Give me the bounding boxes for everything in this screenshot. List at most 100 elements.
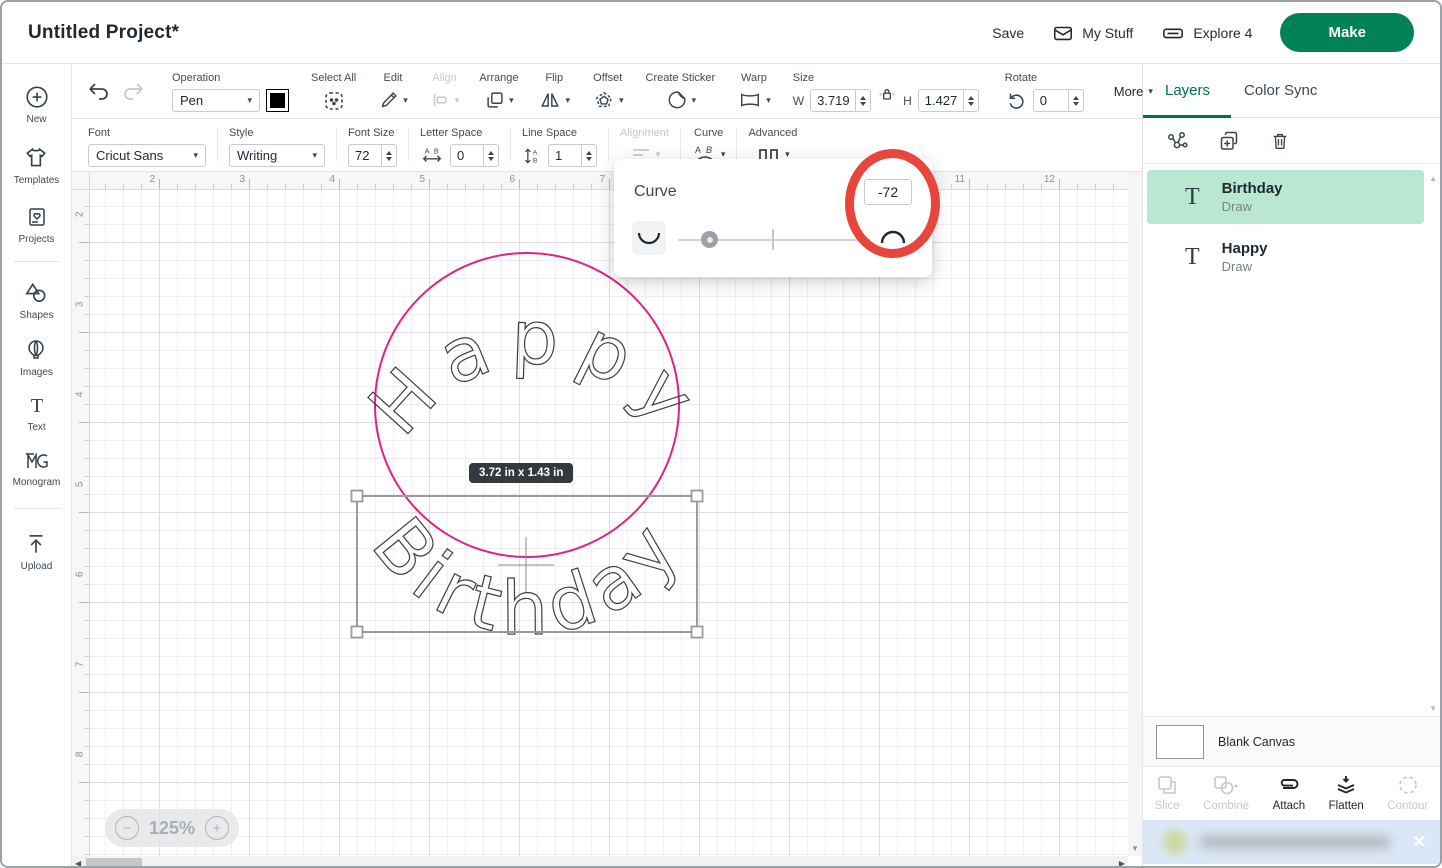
stepper-down-icon[interactable] (488, 157, 494, 161)
layers-scroll-down-icon[interactable]: ▼ (1429, 704, 1437, 713)
arrange-button[interactable]: ▾ (484, 89, 514, 111)
flatten-button[interactable]: Flatten (1329, 773, 1364, 812)
stepper-up-icon[interactable] (488, 151, 494, 155)
duplicate-button[interactable] (1217, 129, 1241, 153)
slice-button[interactable]: Slice (1155, 773, 1180, 812)
stepper-up-icon[interactable] (968, 96, 974, 100)
sidebar-item-new[interactable]: New (24, 84, 50, 125)
redo-button[interactable] (120, 80, 146, 102)
notification-avatar (1163, 830, 1187, 854)
undo-button[interactable] (86, 80, 112, 102)
zoom-out-button[interactable]: − (115, 816, 139, 840)
stepper-down-icon[interactable] (968, 102, 974, 106)
rotate-icon[interactable] (1005, 90, 1027, 112)
layer-item-happy[interactable]: T Happy Draw (1147, 230, 1424, 284)
rotate-stepper[interactable]: 0 (1033, 89, 1084, 112)
scroll-right-icon[interactable]: ▶ (1119, 859, 1125, 868)
stepper-up-icon[interactable] (860, 96, 866, 100)
curve-value-input[interactable]: -72 (864, 179, 912, 205)
stepper-down-icon[interactable] (386, 157, 392, 161)
machine-select-button[interactable]: Explore 4 (1161, 22, 1252, 44)
align-button[interactable]: ▾ (430, 89, 460, 111)
make-button[interactable]: Make (1280, 13, 1414, 52)
toolbar-divider (408, 129, 409, 161)
frown-curve-icon[interactable] (878, 225, 908, 247)
zoom-in-button[interactable]: + (205, 816, 229, 840)
warp-button[interactable]: ▾ (737, 89, 771, 111)
stepper-up-icon[interactable] (386, 151, 392, 155)
svg-text:A: A (425, 146, 430, 155)
line-space-stepper-arrows[interactable] (581, 145, 596, 166)
cricut-machine-icon (1161, 22, 1185, 44)
create-sticker-button[interactable]: ▾ (665, 89, 697, 111)
font-select[interactable]: Cricut Sans ▾ (88, 144, 206, 167)
height-stepper[interactable]: 1.427 (918, 89, 979, 112)
delete-button[interactable] (1269, 129, 1291, 153)
curve-down-button[interactable] (632, 221, 666, 255)
select-all-button[interactable] (322, 89, 346, 113)
happy-text-object[interactable]: Happy (353, 295, 722, 452)
combine-button[interactable]: Combine (1203, 773, 1249, 812)
layer-item-birthday[interactable]: T Birthday Draw (1147, 170, 1424, 224)
birthday-text-object[interactable]: Birthday (355, 502, 699, 652)
sidebar-item-text[interactable]: T Text (25, 394, 49, 433)
horizontal-scrollbar-thumb[interactable] (86, 858, 142, 868)
blank-canvas-row[interactable]: Blank Canvas (1143, 716, 1440, 766)
more-button[interactable]: More ▾ (1114, 84, 1153, 99)
sidebar-item-images[interactable]: Images (20, 337, 53, 378)
curve-slider-handle[interactable] (701, 231, 718, 248)
attach-button[interactable]: Attach (1273, 773, 1306, 812)
horizontal-scrollbar[interactable]: ◀ ▶ (72, 856, 1128, 868)
width-stepper-arrows[interactable] (855, 90, 870, 111)
letter-space-stepper[interactable]: 0 (450, 144, 499, 167)
canvas-color-swatch[interactable] (1156, 725, 1204, 759)
toolbar-divider (217, 129, 218, 161)
operation-select[interactable]: Pen ▾ (172, 89, 260, 112)
stepper-down-icon[interactable] (1073, 102, 1079, 106)
ruler-number: 2 (131, 174, 155, 185)
header: Untitled Project* Save My Stuff Explore … (2, 2, 1440, 64)
font-size-stepper[interactable]: 72 (348, 144, 397, 167)
edit-button[interactable]: ▾ (378, 89, 408, 111)
letter-space-stepper-arrows[interactable] (483, 145, 498, 166)
stepper-down-icon[interactable] (860, 102, 866, 106)
my-stuff-button[interactable]: My Stuff (1052, 22, 1133, 44)
sticker-icon (665, 89, 689, 111)
scroll-down-icon[interactable]: ▼ (1131, 844, 1139, 853)
pen-color-swatch[interactable] (266, 89, 289, 112)
scroll-left-icon[interactable]: ◀ (75, 859, 81, 868)
sidebar-item-shapes[interactable]: Shapes (20, 280, 54, 321)
lock-icon[interactable] (877, 84, 897, 104)
line-space-stepper[interactable]: 1 (548, 144, 597, 167)
sidebar-item-projects[interactable]: Projects (18, 204, 54, 245)
tshirt-icon (23, 145, 49, 171)
dimension-tooltip: 3.72 in x 1.43 in (469, 463, 573, 483)
stepper-down-icon[interactable] (586, 157, 592, 161)
tab-layers[interactable]: Layers (1165, 82, 1210, 99)
width-stepper[interactable]: 3.719 (810, 89, 871, 112)
font-size-stepper-arrows[interactable] (381, 145, 396, 166)
rotate-stepper-arrows[interactable] (1068, 90, 1083, 111)
group-button[interactable] (1165, 129, 1189, 153)
selection-handle (692, 627, 703, 638)
style-select[interactable]: Writing ▾ (229, 144, 325, 167)
height-stepper-arrows[interactable] (963, 90, 978, 111)
save-button[interactable]: Save (992, 25, 1024, 41)
text-layer-icon: T (1185, 184, 1200, 211)
stepper-up-icon[interactable] (1073, 96, 1079, 100)
flip-button[interactable]: ▾ (538, 89, 570, 111)
offset-button[interactable]: ▾ (592, 89, 624, 111)
tab-color-sync[interactable]: Color Sync (1244, 82, 1317, 99)
stepper-up-icon[interactable] (586, 151, 592, 155)
close-icon[interactable]: ✕ (1413, 832, 1426, 852)
sidebar-item-upload[interactable]: Upload (21, 531, 53, 572)
sidebar-item-templates[interactable]: Templates (14, 145, 60, 186)
vertical-scrollbar[interactable]: ▼ (1128, 172, 1142, 856)
sidebar-item-monogram[interactable]: Monogram (13, 449, 61, 488)
layers-scroll-up-icon[interactable]: ▲ (1429, 174, 1437, 183)
contour-button[interactable]: Contour (1387, 773, 1428, 812)
group-icon (1165, 129, 1189, 153)
select-all-icon (322, 89, 346, 113)
design-canvas[interactable]: 23456789101112 2345678 Happy Birthday 3.… (72, 172, 1142, 868)
zoom-control: − 125% + (105, 809, 239, 847)
